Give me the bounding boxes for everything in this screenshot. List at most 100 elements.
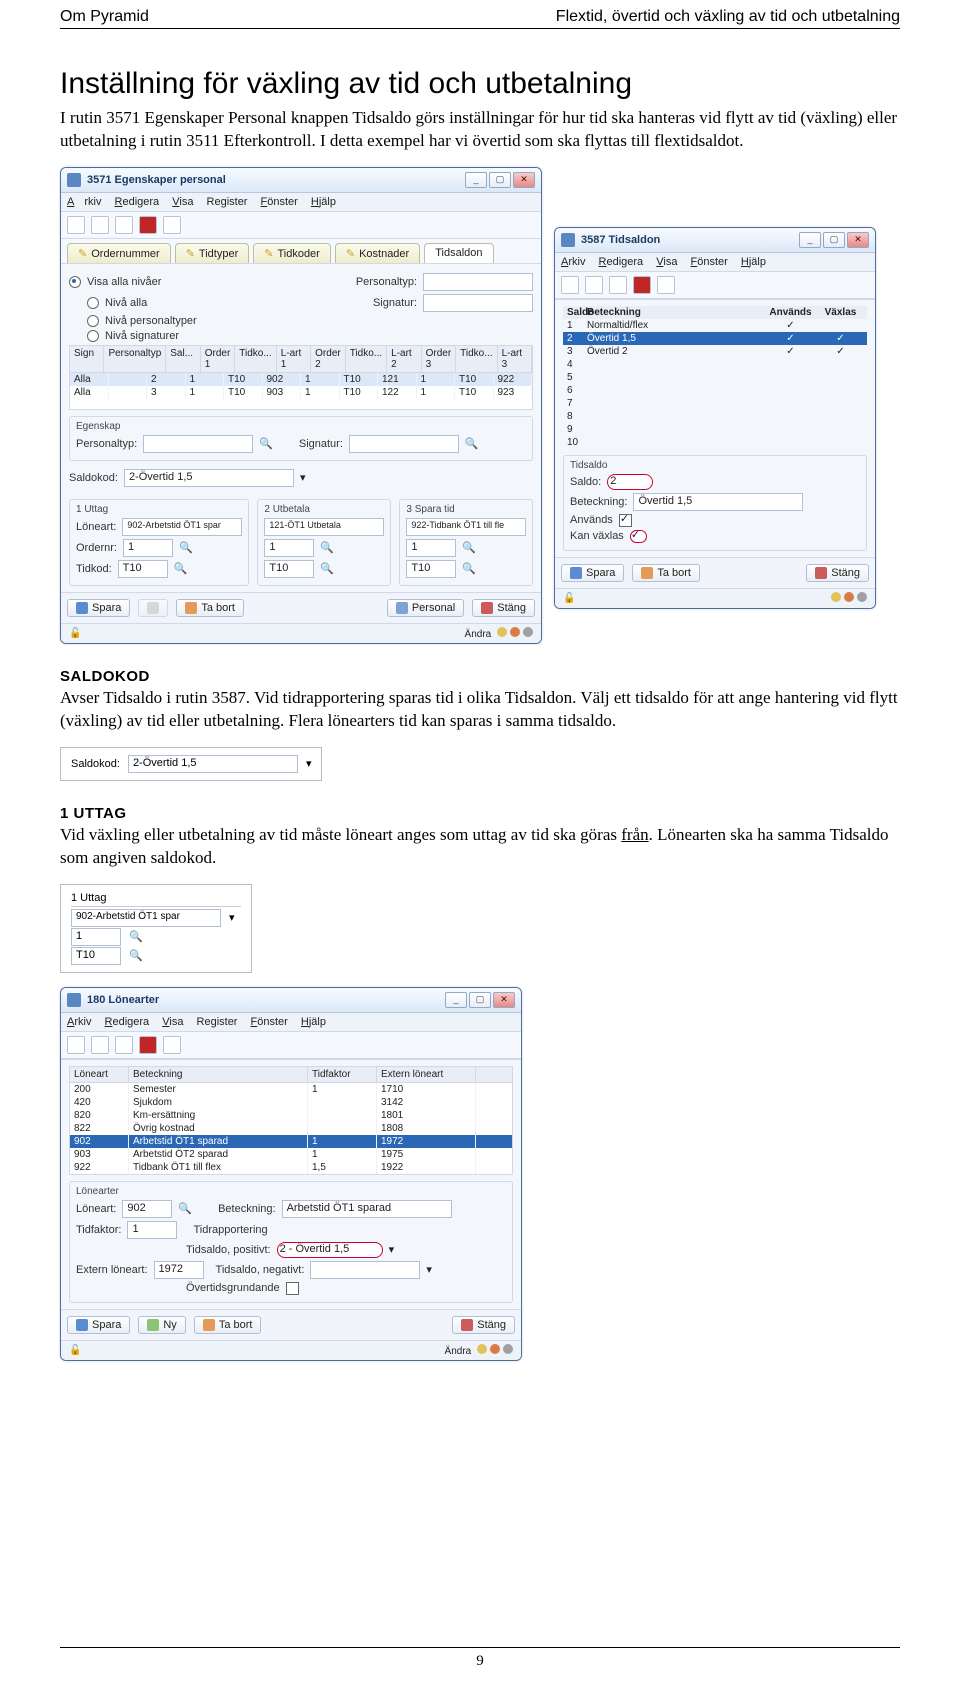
chevron-down-icon[interactable]: ▾ xyxy=(389,1243,395,1256)
menu-arkiv[interactable]: Arkiv xyxy=(67,1016,91,1028)
menubar[interactable]: Arkiv Redigera Visa Fönster Hjälp xyxy=(555,253,875,272)
ny-button[interactable]: Ny xyxy=(138,1316,185,1334)
grid-body[interactable]: 200Semester11710420Sjukdom3142820Km-ersä… xyxy=(69,1083,513,1175)
maximize-button[interactable]: ▢ xyxy=(469,992,491,1008)
tab-tidkoder[interactable]: ✎Tidkoder xyxy=(253,243,331,263)
radio-niva-personaltyper[interactable] xyxy=(87,315,99,327)
personal-button[interactable]: Personal xyxy=(387,599,464,617)
loneart-input-2[interactable]: 121-ÖT1 Utbetala xyxy=(264,518,384,536)
tidsaldo-neg-select[interactable] xyxy=(310,1261,420,1279)
tidkod-input-3[interactable]: T10 xyxy=(406,560,456,578)
tool-icon[interactable] xyxy=(657,276,675,294)
maximize-button[interactable]: ▢ xyxy=(823,232,845,248)
radio-niva-alla[interactable] xyxy=(87,297,99,309)
chevron-down-icon[interactable]: ▾ xyxy=(426,1263,432,1276)
snip-tidkod[interactable]: T10 xyxy=(71,947,121,965)
maximize-button[interactable]: ▢ xyxy=(489,172,511,188)
stang-button[interactable]: Stäng xyxy=(452,1316,515,1334)
signatur-input2[interactable] xyxy=(349,435,459,453)
tidkod-input-2[interactable]: T10 xyxy=(264,560,314,578)
anvands-checkbox[interactable] xyxy=(619,514,632,527)
tool-icon[interactable] xyxy=(163,216,181,234)
search-icon[interactable]: 🔍 xyxy=(179,541,193,554)
tool-icon[interactable] xyxy=(91,216,109,234)
tool-icon[interactable] xyxy=(163,1036,181,1054)
tidsaldo-pos-select[interactable]: 2 - Övertid 1,5 xyxy=(277,1242,383,1258)
menu-arkiv[interactable]: Arkiv xyxy=(67,196,101,208)
search-icon[interactable]: 🔍 xyxy=(462,562,476,575)
spara-button[interactable]: Spara xyxy=(67,1316,130,1334)
search-icon[interactable]: 🔍 xyxy=(174,562,188,575)
menu-register[interactable]: Register xyxy=(197,1016,238,1028)
overtid-checkbox[interactable] xyxy=(286,1282,299,1295)
menu-redigera[interactable]: Redigera xyxy=(115,196,160,208)
chevron-down-icon[interactable]: ▾ xyxy=(300,471,306,484)
tool-icon[interactable] xyxy=(115,1036,133,1054)
minimize-button[interactable]: _ xyxy=(465,172,487,188)
snip-loneart[interactable]: 902-Arbetstid ÖT1 spar xyxy=(71,909,221,927)
tidsaldon-list[interactable]: Saldo Beteckning Används Växlas 1Normalt… xyxy=(563,306,867,449)
personaltyp-input2[interactable] xyxy=(143,435,253,453)
ordernr-input-1[interactable]: 1 xyxy=(123,539,173,557)
extern-input[interactable]: 1972 xyxy=(154,1261,204,1279)
search-icon[interactable]: 🔍 xyxy=(259,437,273,450)
search-icon[interactable]: 🔍 xyxy=(320,562,334,575)
menu-visa[interactable]: Visa xyxy=(162,1016,183,1028)
tool-icon[interactable] xyxy=(633,276,651,294)
tab-kostnader[interactable]: ✎Kostnader xyxy=(335,243,420,263)
menu-register[interactable]: Register xyxy=(207,196,248,208)
ordernr-input-2[interactable]: 1 xyxy=(264,539,314,557)
menubar[interactable]: Arkiv Redigera Visa Register Fönster Hjä… xyxy=(61,1013,521,1032)
beteckning-input[interactable]: Övertid 1,5 xyxy=(633,493,803,511)
search-icon[interactable]: 🔍 xyxy=(462,541,476,554)
kanvaxlas-checkbox[interactable] xyxy=(630,530,647,543)
snip-select[interactable]: 2-Övertid 1,5 xyxy=(128,755,298,773)
snip-ordernr[interactable]: 1 xyxy=(71,928,121,946)
tab-tidtyper[interactable]: ✎Tidtyper xyxy=(175,243,250,263)
close-button[interactable]: ✕ xyxy=(493,992,515,1008)
loneart-input-1[interactable]: 902-Arbetstid ÖT1 spar xyxy=(122,518,242,536)
saldo-input[interactable]: 2 xyxy=(607,474,653,490)
spara-button[interactable]: Spara xyxy=(561,564,624,582)
minimize-button[interactable]: _ xyxy=(445,992,467,1008)
tool-icon[interactable] xyxy=(67,1036,85,1054)
chevron-down-icon[interactable]: ▾ xyxy=(229,911,235,924)
menu-arkiv[interactable]: Arkiv xyxy=(561,256,585,268)
beteckning-input[interactable]: Arbetstid ÖT1 sparad xyxy=(282,1200,452,1218)
personaltyp-input[interactable] xyxy=(423,273,533,291)
menu-visa[interactable]: Visa xyxy=(172,196,193,208)
menu-fonster[interactable]: Fönster xyxy=(691,256,728,268)
menu-visa[interactable]: Visa xyxy=(656,256,677,268)
tool-icon[interactable] xyxy=(139,216,157,234)
menu-redigera[interactable]: Redigera xyxy=(599,256,644,268)
search-icon[interactable]: 🔍 xyxy=(129,949,143,962)
tool-icon[interactable] xyxy=(139,1036,157,1054)
menu-hjalp[interactable]: Hjälp xyxy=(311,196,336,208)
close-button[interactable]: ✕ xyxy=(513,172,535,188)
menu-hjalp[interactable]: Hjälp xyxy=(741,256,766,268)
loneart-input-3[interactable]: 922-Tidbank ÖT1 till fle xyxy=(406,518,526,536)
stang-button[interactable]: Stäng xyxy=(472,599,535,617)
menu-hjalp[interactable]: Hjälp xyxy=(301,1016,326,1028)
minimize-button[interactable]: _ xyxy=(799,232,821,248)
radio-niva-signaturer[interactable] xyxy=(87,330,99,342)
signatur-input[interactable] xyxy=(423,294,533,312)
tabort-button[interactable]: Ta bort xyxy=(176,599,244,617)
chevron-down-icon[interactable]: ▾ xyxy=(306,757,312,770)
stang-button[interactable]: Stäng xyxy=(806,564,869,582)
tool-icon[interactable] xyxy=(115,216,133,234)
tool-icon[interactable] xyxy=(585,276,603,294)
tool-icon[interactable] xyxy=(561,276,579,294)
tidfaktor-input[interactable]: 1 xyxy=(127,1221,177,1239)
grid-body[interactable]: Alla21T109021T101211T10922Alla31T109031T… xyxy=(69,373,533,410)
tab-tidsaldon[interactable]: Tidsaldon xyxy=(424,243,493,263)
close-button[interactable]: ✕ xyxy=(847,232,869,248)
radio-visa-alla[interactable] xyxy=(69,276,81,288)
tab-ordernummer[interactable]: ✎Ordernummer xyxy=(67,243,171,263)
tool-icon[interactable] xyxy=(67,216,85,234)
tool-icon[interactable] xyxy=(91,1036,109,1054)
search-icon[interactable]: 🔍 xyxy=(178,1202,192,1215)
menu-fonster[interactable]: Fönster xyxy=(251,1016,288,1028)
tabort-button[interactable]: Ta bort xyxy=(194,1316,262,1334)
ordernr-input-3[interactable]: 1 xyxy=(406,539,456,557)
